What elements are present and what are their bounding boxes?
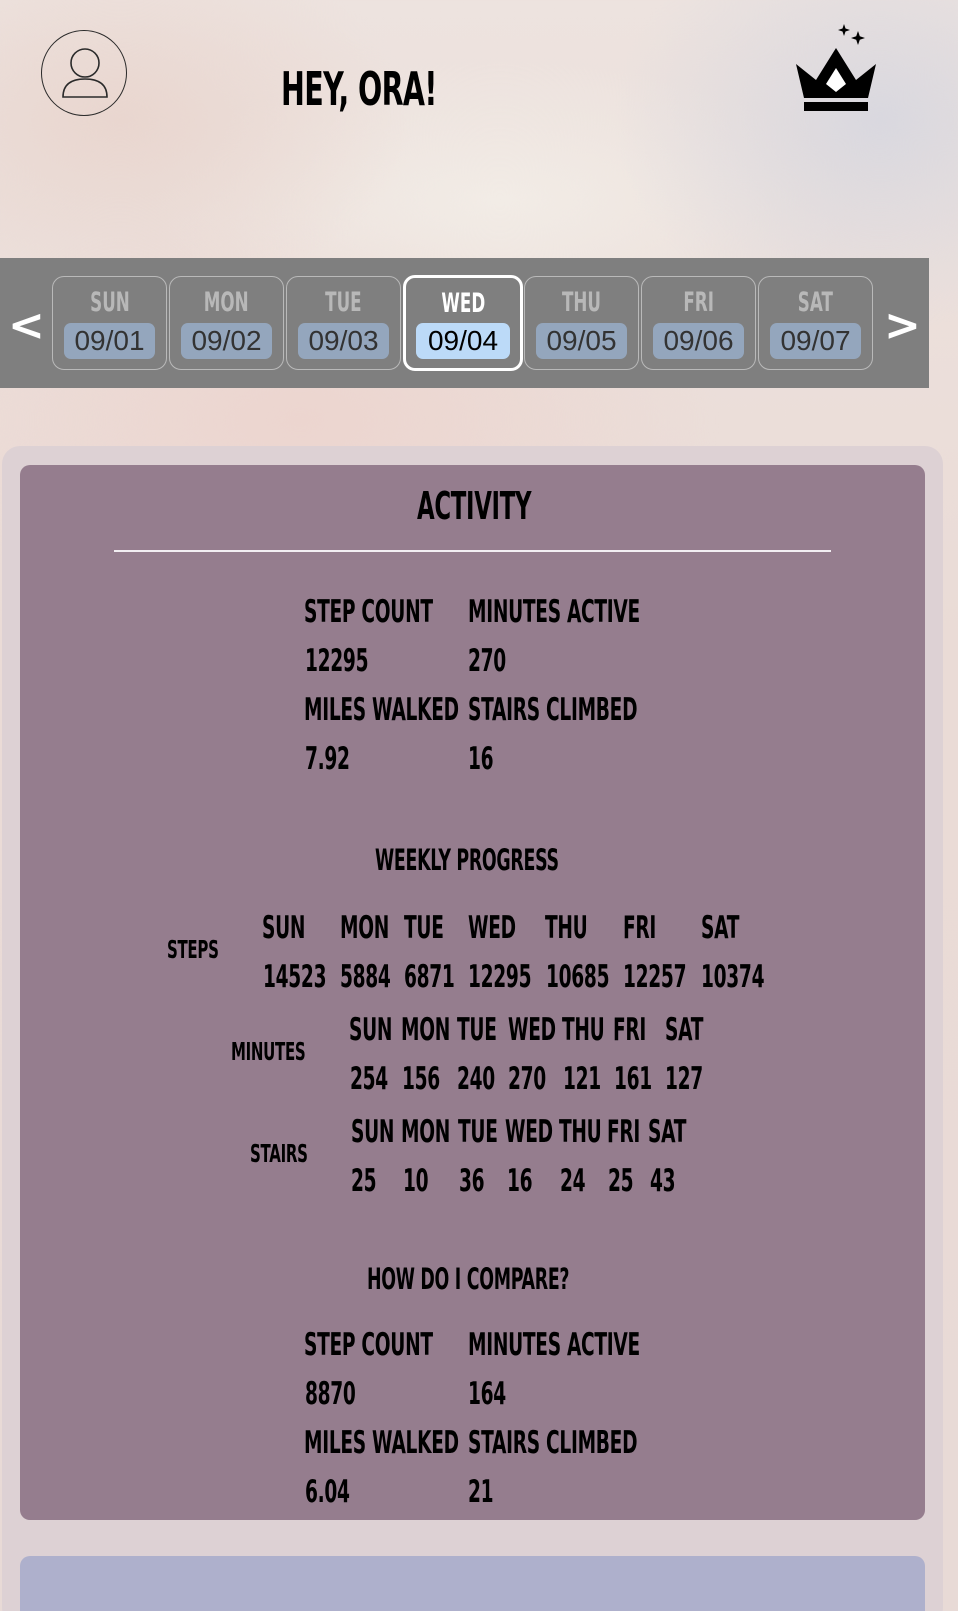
title-divider [114, 550, 831, 552]
minutes-value: 240 [457, 1061, 495, 1097]
day-name: SAT [797, 287, 834, 318]
minutes-value: 254 [350, 1061, 388, 1097]
profile-avatar[interactable] [41, 30, 127, 116]
minutes-day: SUN [349, 1012, 393, 1048]
day-mon[interactable]: MON 09/02 [169, 276, 284, 370]
user-icon [62, 48, 108, 98]
minutes-day: SAT [665, 1012, 704, 1048]
day-sun[interactable]: SUN 09/01 [52, 276, 167, 370]
compare-minutes-active-label: MINUTES ACTIVE [468, 1327, 640, 1363]
step-count-value: 12295 [305, 643, 369, 679]
minutes-day: WED [508, 1012, 556, 1048]
day-date: 09/03 [298, 323, 389, 359]
day-name: WED [441, 288, 485, 319]
minutes-value: 121 [563, 1061, 601, 1097]
minutes-active-label: MINUTES ACTIVE [468, 594, 640, 630]
steps-row-label: STEPS [167, 935, 219, 964]
day-tue[interactable]: TUE 09/03 [286, 276, 401, 370]
stairs-value: 24 [560, 1163, 586, 1199]
steps-value: 6871 [404, 959, 455, 995]
stairs-day: FRI [607, 1114, 641, 1150]
compare-stairs-climbed-label: STAIRS CLIMBED [468, 1425, 638, 1461]
step-count-label: STEP COUNT [304, 594, 433, 630]
stairs-day: WED [505, 1114, 553, 1150]
day-fri[interactable]: FRI 09/06 [641, 276, 756, 370]
stairs-day: SAT [648, 1114, 687, 1150]
greeting-title: HEY, ORA! [281, 62, 437, 116]
day-date: 09/06 [653, 323, 744, 359]
day-name: MON [204, 287, 249, 318]
day-name: THU [561, 287, 602, 318]
minutes-day: FRI [613, 1012, 647, 1048]
minutes-active-value: 270 [468, 643, 506, 679]
stairs-value: 16 [507, 1163, 533, 1199]
steps-day: FRI [623, 910, 657, 946]
stairs-value: 36 [459, 1163, 485, 1199]
day-date: 09/07 [770, 323, 861, 359]
steps-day: TUE [404, 910, 444, 946]
minutes-row-label: MINUTES [231, 1037, 306, 1066]
steps-day: THU [545, 910, 588, 946]
compare-minutes-active-value: 164 [468, 1376, 506, 1412]
day-date: 09/01 [64, 323, 155, 359]
stairs-day: THU [559, 1114, 602, 1150]
crown-icon[interactable] [792, 20, 888, 116]
day-thu[interactable]: THU 09/05 [524, 276, 639, 370]
day-date: 09/02 [181, 323, 272, 359]
day-name: SUN [89, 287, 130, 318]
next-week-button[interactable]: > [884, 304, 921, 348]
compare-miles-walked-label: MILES WALKED [304, 1425, 459, 1461]
steps-value: 12295 [468, 959, 532, 995]
day-sat[interactable]: SAT 09/07 [758, 276, 873, 370]
secondary-card [20, 1556, 925, 1611]
day-wed[interactable]: WED 09/04 [403, 275, 523, 371]
minutes-day: MON [401, 1012, 450, 1048]
stairs-climbed-value: 16 [468, 741, 494, 777]
weekly-progress-title: WEEKLY PROGRESS [375, 843, 559, 877]
miles-walked-label: MILES WALKED [304, 692, 459, 728]
steps-day: MON [340, 910, 389, 946]
day-date: 09/04 [416, 323, 510, 359]
steps-value: 10374 [701, 959, 765, 995]
activity-title: ACTIVITY [417, 484, 532, 528]
compare-title: HOW DO I COMPARE? [367, 1262, 570, 1296]
stairs-day: TUE [458, 1114, 498, 1150]
stairs-value: 25 [608, 1163, 634, 1199]
compare-step-count-value: 8870 [305, 1376, 356, 1412]
stairs-value: 25 [351, 1163, 377, 1199]
stairs-day: MON [401, 1114, 450, 1150]
stairs-day: SUN [351, 1114, 395, 1150]
minutes-value: 161 [614, 1061, 652, 1097]
steps-value: 14523 [263, 959, 327, 995]
steps-value: 5884 [340, 959, 391, 995]
compare-stairs-climbed-value: 21 [468, 1474, 494, 1510]
minutes-value: 270 [508, 1061, 546, 1097]
steps-day: SUN [262, 910, 306, 946]
stairs-value: 43 [650, 1163, 676, 1199]
prev-week-button[interactable]: < [8, 304, 45, 348]
steps-value: 10685 [546, 959, 610, 995]
compare-step-count-label: STEP COUNT [304, 1327, 433, 1363]
date-strip: < SUN 09/01 MON 09/02 TUE 09/03 WED 09/0… [0, 258, 929, 388]
day-date: 09/05 [536, 323, 627, 359]
stairs-value: 10 [403, 1163, 429, 1199]
miles-walked-value: 7.92 [305, 741, 350, 777]
steps-day: SAT [701, 910, 740, 946]
compare-miles-walked-value: 6.04 [305, 1474, 350, 1510]
minutes-value: 127 [665, 1061, 703, 1097]
steps-value: 12257 [623, 959, 687, 995]
minutes-value: 156 [402, 1061, 440, 1097]
minutes-day: THU [562, 1012, 605, 1048]
stairs-row-label: STAIRS [250, 1139, 308, 1168]
day-name: TUE [325, 287, 362, 318]
steps-day: WED [468, 910, 516, 946]
stairs-climbed-label: STAIRS CLIMBED [468, 692, 638, 728]
day-name: FRI [683, 287, 714, 318]
minutes-day: TUE [457, 1012, 497, 1048]
